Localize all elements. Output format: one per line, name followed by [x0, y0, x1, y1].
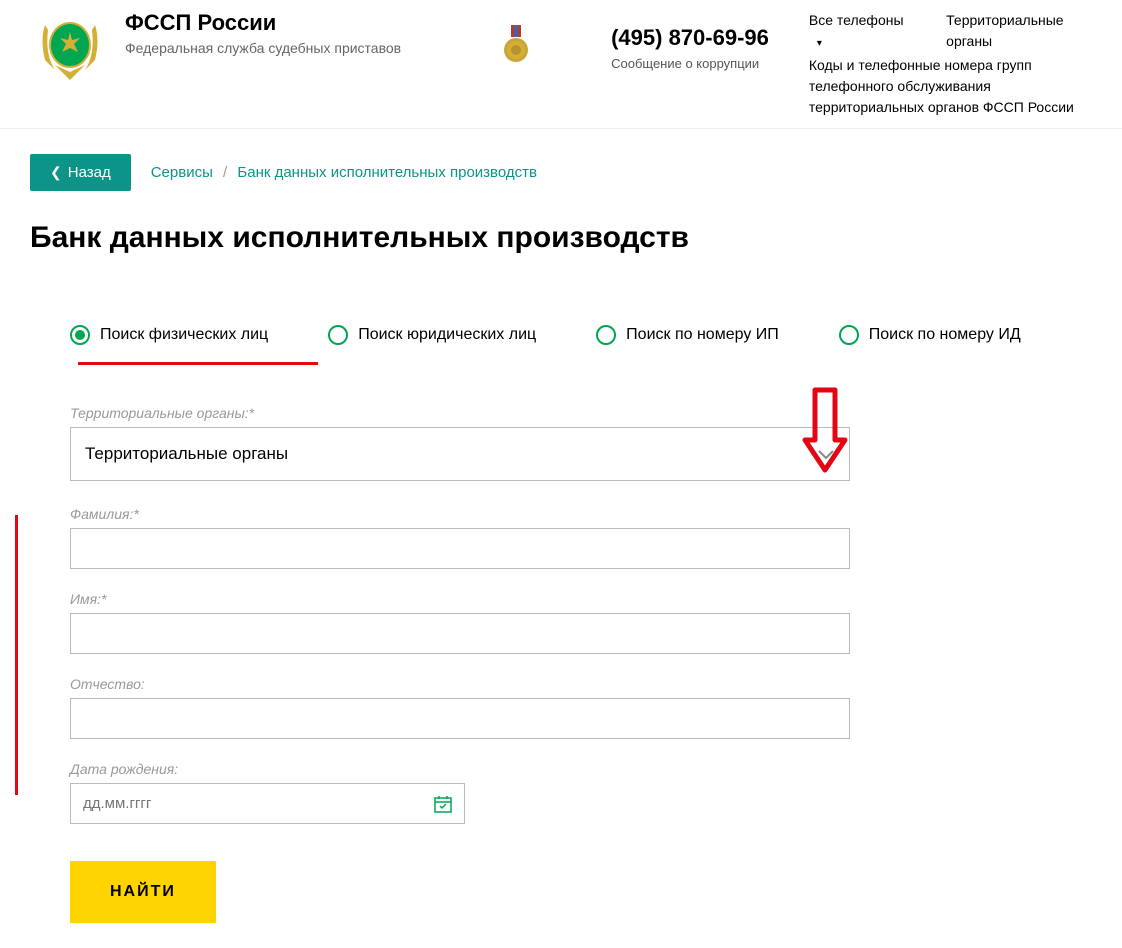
tab-label: Поиск по номеру ИД: [869, 326, 1021, 344]
tab-legal-entities[interactable]: Поиск юридических лиц: [328, 325, 536, 365]
radio-icon: [839, 325, 859, 345]
tab-id-number[interactable]: Поиск по номеру ИД: [839, 325, 1021, 365]
territory-value: Территориальные органы: [85, 444, 288, 464]
link-all-phones-label: Все телефоны: [809, 12, 904, 28]
territory-label: Территориальные органы:*: [70, 405, 1052, 421]
caret-down-icon: ▾: [817, 38, 822, 49]
breadcrumb-separator: /: [223, 164, 227, 181]
submit-button[interactable]: НАЙТИ: [70, 861, 216, 923]
chevron-left-icon: ❮: [50, 164, 62, 181]
annotation-line: [15, 515, 18, 795]
tab-label: Поиск юридических лиц: [358, 326, 536, 344]
tab-label: Поиск по номеру ИП: [626, 326, 779, 344]
radio-icon: [328, 325, 348, 345]
back-button[interactable]: ❮ Назад: [30, 154, 131, 191]
back-label: Назад: [68, 164, 111, 181]
birthdate-input[interactable]: [70, 783, 465, 824]
active-tab-underline: [78, 362, 318, 365]
page-title: Банк данных исполнительных производств: [30, 221, 1092, 255]
link-codes[interactable]: Коды и телефонные номера групп телефонно…: [809, 55, 1092, 118]
org-subtitle: Федеральная служба судебных приставов: [125, 39, 401, 57]
link-territorial[interactable]: Территориальные органы: [946, 10, 1092, 52]
annotation-arrow-icon: [800, 385, 850, 475]
emblem-icon: [30, 10, 110, 90]
phone-subtitle: Сообщение о коррупции: [611, 56, 769, 71]
header-links: Все телефоны ▾ Территориальные органы Ко…: [809, 10, 1092, 118]
link-all-phones[interactable]: Все телефоны ▾: [809, 10, 906, 52]
tab-individuals[interactable]: Поиск физических лиц: [70, 325, 268, 365]
phone-number[interactable]: (495) 870-69-96: [611, 25, 769, 51]
patronymic-input[interactable]: [70, 698, 850, 739]
birthdate-label: Дата рождения:: [70, 761, 465, 777]
breadcrumb: Сервисы / Банк данных исполнительных про…: [151, 164, 537, 181]
radio-icon: [70, 325, 90, 345]
name-label: Имя:*: [70, 591, 850, 607]
calendar-icon[interactable]: [433, 794, 453, 814]
phone-block: (495) 870-69-96 Сообщение о коррупции: [611, 25, 769, 71]
tab-label: Поиск физических лиц: [100, 326, 268, 344]
surname-input[interactable]: [70, 528, 850, 569]
radio-icon: [596, 325, 616, 345]
nav-row: ❮ Назад Сервисы / Банк данных исполнител…: [30, 154, 1092, 191]
name-input[interactable]: [70, 613, 850, 654]
medal-icon[interactable]: [501, 25, 531, 70]
breadcrumb-item-2[interactable]: Банк данных исполнительных производств: [237, 164, 537, 181]
header: ФССП России Федеральная служба судебных …: [0, 0, 1122, 129]
tab-ip-number[interactable]: Поиск по номеру ИП: [596, 325, 779, 365]
territory-select[interactable]: Территориальные органы: [70, 427, 850, 481]
breadcrumb-item-1[interactable]: Сервисы: [151, 164, 213, 181]
search-form: Территориальные органы:* Территориальные…: [30, 405, 1092, 923]
surname-label: Фамилия:*: [70, 506, 850, 522]
logo-block: ФССП России Федеральная служба судебных …: [30, 10, 401, 90]
org-title: ФССП России: [125, 10, 401, 36]
search-tabs: Поиск физических лиц Поиск юридических л…: [30, 325, 1092, 365]
patronymic-label: Отчество:: [70, 676, 850, 692]
